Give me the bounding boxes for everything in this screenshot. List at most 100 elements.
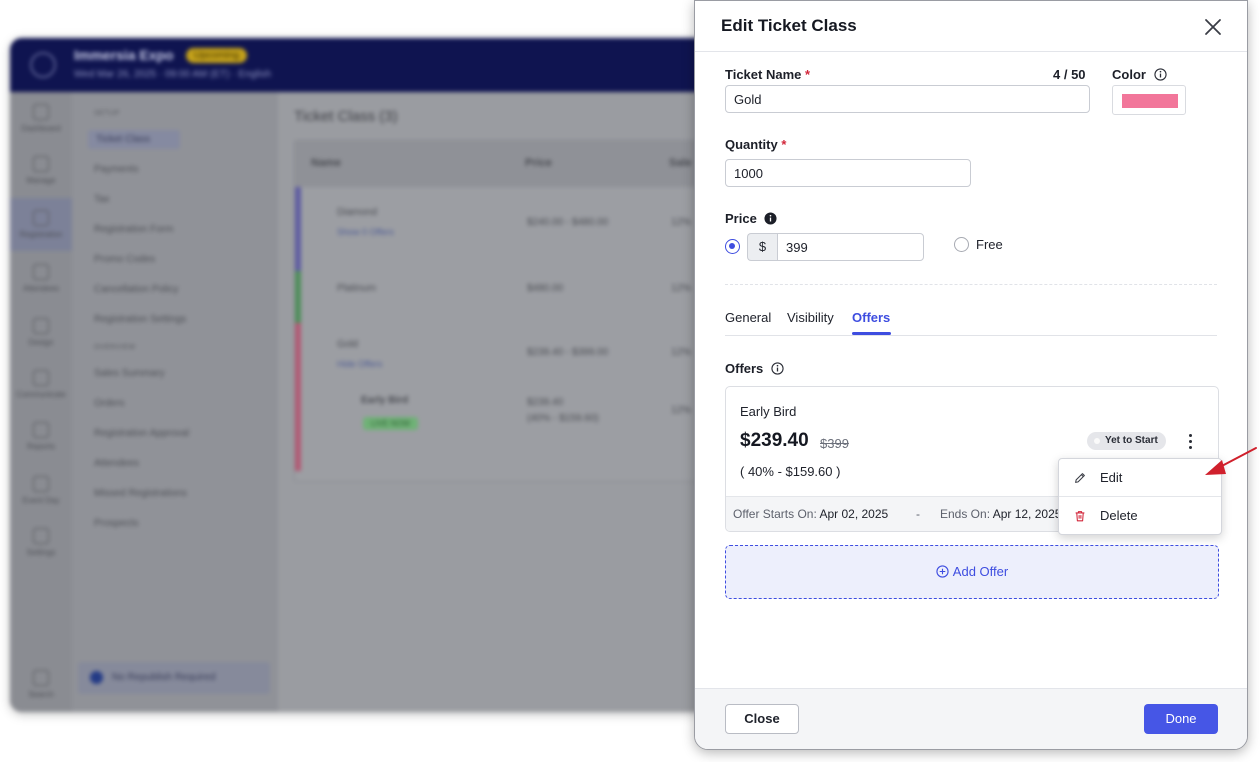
- dashboard-icon: [33, 104, 49, 120]
- background-topbar: Immersia Expo Upcoming Wed Mar 26, 2025 …: [10, 38, 740, 92]
- sidebar-item-registration-settings[interactable]: Registration Settings: [94, 314, 186, 325]
- close-button[interactable]: Close: [725, 704, 799, 734]
- row-sale: 12%: [671, 217, 692, 228]
- tab-offers[interactable]: Offers: [852, 310, 890, 325]
- manage-icon: [33, 156, 49, 172]
- rail-item-registration[interactable]: Registration: [10, 198, 72, 251]
- quantity-label: Quantity *: [725, 137, 786, 152]
- add-offer-button[interactable]: Add Offer: [725, 545, 1219, 599]
- tab-visibility[interactable]: Visibility: [787, 310, 834, 325]
- sidebar-group-setup: SETUP: [94, 110, 120, 117]
- event-day-icon: [33, 476, 49, 492]
- row-sale: 12%: [671, 283, 692, 294]
- rail-item-label: Manage: [26, 176, 56, 185]
- more-options-icon[interactable]: [1184, 431, 1196, 451]
- done-button[interactable]: Done: [1144, 704, 1218, 734]
- info-icon[interactable]: [1153, 68, 1167, 81]
- add-offer-label: Add Offer: [952, 564, 1009, 579]
- background-app: Immersia Expo Upcoming Wed Mar 26, 2025 …: [10, 38, 740, 712]
- offer-context-menu: Edit Delete: [1058, 458, 1222, 535]
- quantity-input[interactable]: [725, 159, 971, 187]
- background-main: Ticket Class (3) Name Price Sale Diamond…: [278, 92, 740, 712]
- color-swatch: [1122, 94, 1178, 108]
- price-input[interactable]: [777, 233, 924, 261]
- rail-item-label: Event Day: [22, 496, 60, 505]
- status-dot-icon: [90, 671, 103, 684]
- ticket-name-input[interactable]: [725, 85, 1090, 113]
- pencil-icon: [1075, 473, 1085, 483]
- edit-ticket-class-dialog: Edit Ticket Class Ticket Name * 4 / 50 C…: [694, 0, 1248, 750]
- rail-item-attendees[interactable]: Attendees: [10, 264, 72, 293]
- rail-item-dashboard[interactable]: Dashboard: [10, 104, 72, 133]
- settings-icon: [33, 528, 49, 544]
- character-counter: 4 / 50: [1053, 67, 1086, 82]
- rail-item-search[interactable]: Search: [10, 670, 72, 699]
- rail-item-label: Settings: [26, 548, 56, 557]
- offer-end-label: Ends On:: [940, 507, 991, 521]
- rail-item-event-day[interactable]: Event Day: [10, 476, 72, 505]
- row-offers-link[interactable]: Hide Offers: [337, 359, 382, 369]
- event-name: Immersia Expo: [74, 47, 174, 63]
- currency-prefix: $: [747, 233, 777, 261]
- sidebar-item-sales-summary[interactable]: Sales Summary: [94, 368, 165, 379]
- tabs-baseline: [725, 335, 1217, 336]
- free-label: Free: [976, 237, 1003, 252]
- sidebar-item-registration-approval[interactable]: Registration Approval: [94, 428, 189, 439]
- event-subtitle: Wed Mar 26, 2025 · 09:00 AM (ET) · Engli…: [74, 69, 272, 80]
- required-marker: *: [781, 137, 787, 152]
- row-name: Gold: [337, 339, 359, 350]
- offer-live-badge: LIVE NOW: [363, 417, 419, 430]
- rail-item-reports[interactable]: Reports: [10, 422, 72, 451]
- sidebar-item-registration-form[interactable]: Registration Form: [94, 224, 173, 235]
- paid-price-radio[interactable]: [725, 239, 740, 254]
- sub-row-sale: 12%: [671, 405, 692, 416]
- rail-item-manage[interactable]: Manage: [10, 156, 72, 185]
- close-icon[interactable]: [1201, 15, 1225, 39]
- annotation-arrow-icon: [1205, 447, 1257, 475]
- dialog-footer: Close Done: [695, 688, 1247, 749]
- menu-item-label: Delete: [1100, 508, 1138, 523]
- offer-status-badge: Yet to Start: [1087, 432, 1166, 450]
- sidebar-item-orders[interactable]: Orders: [94, 398, 125, 409]
- tab-general[interactable]: General: [725, 310, 771, 325]
- free-price-radio[interactable]: [954, 237, 969, 252]
- sidebar-item-tax[interactable]: Tax: [94, 194, 110, 205]
- menu-item-edit[interactable]: Edit: [1059, 459, 1221, 496]
- sidebar-item-prospects[interactable]: Prospects: [94, 518, 138, 529]
- offer-start-value: Apr 02, 2025: [819, 507, 889, 521]
- active-tab-indicator: [852, 332, 891, 335]
- sidebar-item-cancellation-policy[interactable]: Cancellation Policy: [94, 284, 179, 295]
- rail-item-design[interactable]: Design: [10, 318, 72, 347]
- plus-circle-icon: [936, 565, 949, 578]
- search-icon: [33, 670, 49, 686]
- sidebar-item-ticket-class[interactable]: Ticket Class: [88, 130, 181, 149]
- sidebar-item-attendees[interactable]: Attendees: [94, 458, 139, 469]
- offer-original-price: $399: [820, 436, 849, 451]
- republish-status-label: No Republish Required: [112, 672, 216, 683]
- trash-icon: [1075, 511, 1085, 522]
- offers-section-label: Offers: [725, 361, 784, 376]
- rail-item-communicate[interactable]: Communicate: [10, 370, 72, 399]
- sidebar-item-promo-codes[interactable]: Promo Codes: [94, 254, 155, 265]
- row-sale: 12%: [671, 347, 692, 358]
- rail-item-settings[interactable]: Settings: [10, 528, 72, 557]
- communicate-icon: [33, 370, 49, 386]
- quantity-label-text: Quantity: [725, 137, 778, 152]
- republish-status: No Republish Required: [78, 662, 270, 694]
- color-picker[interactable]: [1112, 85, 1186, 115]
- date-separator: -: [916, 507, 920, 521]
- sidebar-item-payments[interactable]: Payments: [94, 164, 138, 175]
- offer-start-label: Offer Starts On:: [733, 507, 817, 521]
- price-label: Price: [725, 211, 777, 226]
- column-header-sale: Sale: [669, 157, 692, 169]
- info-filled-icon[interactable]: [764, 212, 777, 225]
- column-header-price: Price: [525, 157, 552, 169]
- rail-item-label: Design: [28, 338, 54, 347]
- menu-item-delete[interactable]: Delete: [1059, 497, 1221, 534]
- info-icon[interactable]: [771, 362, 784, 375]
- page-title: Ticket Class (3): [294, 108, 398, 125]
- ticket-name-label-text: Ticket Name: [725, 67, 802, 82]
- sidebar-item-missed-registrations[interactable]: Missed Registrations: [94, 488, 187, 499]
- row-offers-link[interactable]: Show 0 Offers: [337, 227, 394, 237]
- sub-row-price: $239.40: [527, 397, 564, 408]
